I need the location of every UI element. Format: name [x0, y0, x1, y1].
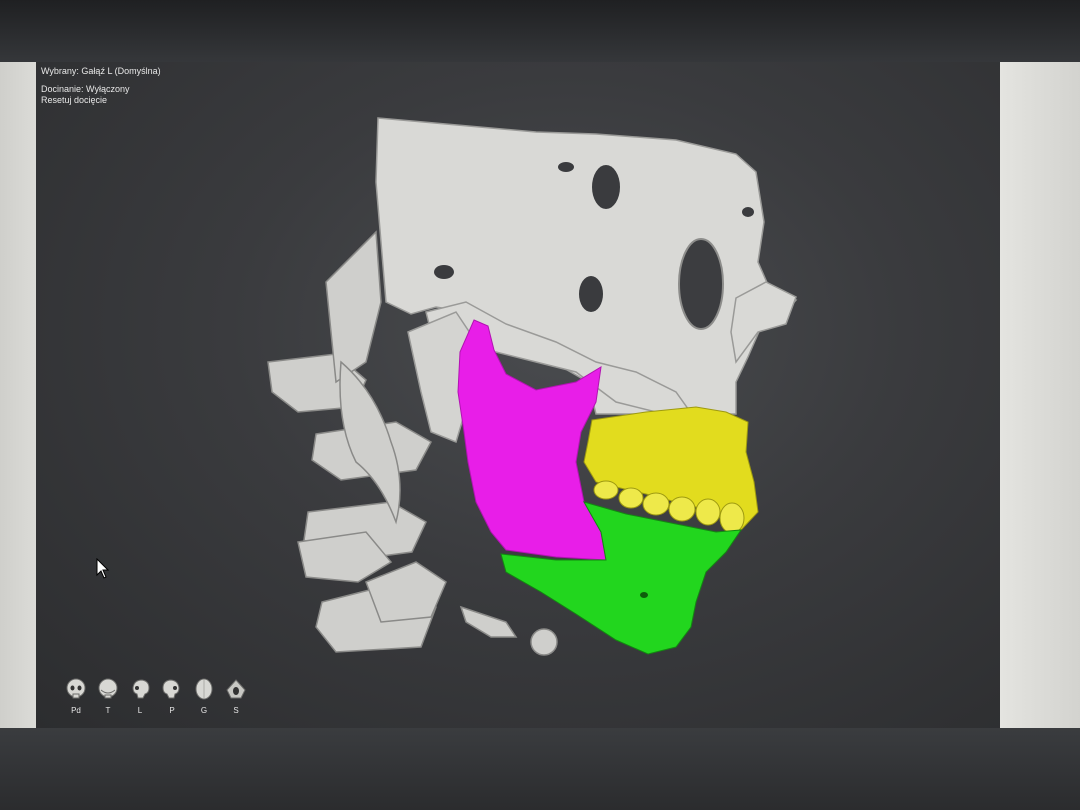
view-bottom-button[interactable]: S	[222, 678, 250, 715]
skull-left-icon	[132, 679, 150, 699]
skull-bottom-icon	[226, 679, 246, 699]
view-bottom-label: S	[233, 706, 239, 715]
skull-right-icon	[162, 679, 180, 699]
monitor-top-bezel	[0, 0, 1080, 62]
skull-3d-model[interactable]	[36, 62, 1000, 728]
skull-back-icon	[98, 678, 118, 699]
view-top-button[interactable]: G	[190, 678, 218, 715]
view-front-label: Pd	[71, 706, 81, 715]
3d-viewport[interactable]: Wybrany: Gałąź L (Domyślna) Docinanie: W…	[36, 62, 1000, 728]
skull-top-icon	[195, 678, 213, 700]
monitor-bottom-bezel	[0, 728, 1080, 810]
view-back-label: T	[105, 706, 111, 715]
view-left-button[interactable]: L	[126, 678, 154, 715]
view-right-button[interactable]: P	[158, 678, 186, 715]
view-left-label: L	[137, 706, 143, 715]
mouse-cursor-icon	[96, 558, 110, 579]
view-top-label: G	[200, 706, 208, 715]
view-back-button[interactable]: T	[94, 678, 122, 715]
right-side-panel	[1000, 62, 1080, 728]
view-right-label: P	[169, 706, 175, 715]
view-front-button[interactable]: Pd	[62, 678, 90, 715]
skull-front-icon	[66, 678, 86, 699]
